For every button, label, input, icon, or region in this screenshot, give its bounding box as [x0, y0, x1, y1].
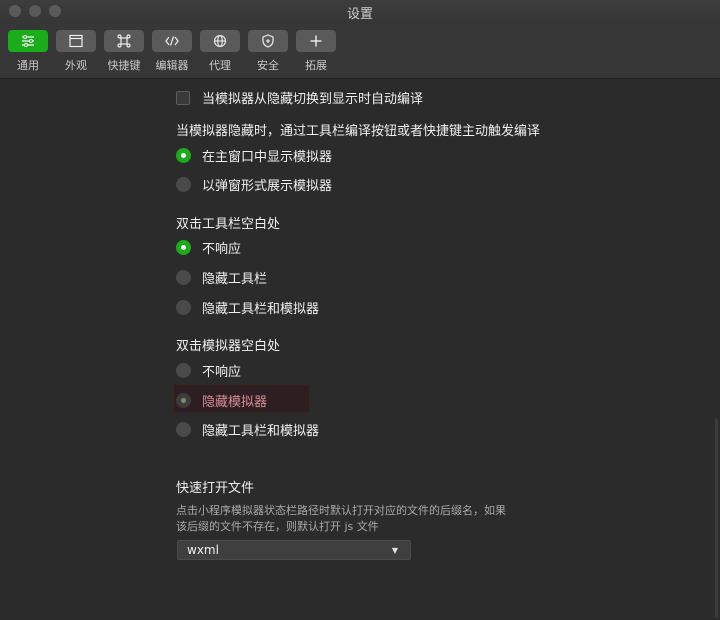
toolbar-dblclick-radio-hide-toolbar[interactable]: [176, 270, 191, 285]
tab-shortcuts-button[interactable]: [104, 30, 144, 52]
tab-proxy-label: 代理: [209, 59, 231, 72]
auto-compile-checkbox[interactable]: [176, 90, 190, 105]
toolbar-dblclick-option-hide-toolbar[interactable]: 隐藏工具栏: [176, 268, 267, 287]
tab-security-label: 安全: [257, 59, 279, 72]
simulator-dblclick-label-none: 不响应: [202, 365, 242, 380]
scrollbar[interactable]: [715, 418, 718, 618]
globe-icon: [213, 34, 227, 48]
simulator-dblclick-label-hide-simulator: 隐藏模拟器: [202, 395, 268, 410]
simulator-dblclick-radio-hide-both[interactable]: [176, 422, 191, 437]
simulator-display-label-main: 在主窗口中显示模拟器: [202, 150, 333, 165]
toolbar-dblclick-radio-none[interactable]: [176, 240, 191, 255]
toolbar-dblclick-radio-hide-both[interactable]: [176, 300, 191, 315]
simulator-dblclick-option-hide-both[interactable]: 隐藏工具栏和模拟器: [176, 420, 319, 439]
simulator-dblclick-title: 双击模拟器空白处: [176, 339, 281, 354]
simulator-display-option-main[interactable]: 在主窗口中显示模拟器: [176, 146, 332, 165]
toolbar-dblclick-label-hide-toolbar: 隐藏工具栏: [202, 272, 268, 287]
simulator-dblclick-label-hide-both: 隐藏工具栏和模拟器: [202, 424, 320, 439]
sliders-icon: [22, 35, 34, 47]
simulator-display-option-popup[interactable]: 以弹窗形式展示模拟器: [176, 175, 332, 194]
auto-compile-option[interactable]: 当模拟器从隐藏切换到显示时自动编译: [176, 88, 423, 107]
toolbar-dblclick-label-hide-both: 隐藏工具栏和模拟器: [202, 302, 320, 317]
tab-security[interactable]: 安全: [248, 30, 288, 73]
simulator-display-radio-main[interactable]: [176, 148, 191, 163]
simulator-display-radio-popup[interactable]: [176, 177, 191, 192]
simulator-dblclick-option-none[interactable]: 不响应: [176, 361, 241, 380]
plus-icon: [310, 35, 322, 47]
tab-shortcuts-label: 快捷键: [107, 59, 141, 72]
toolbar-dblclick-label-none: 不响应: [202, 242, 242, 257]
hidden-compile-note: 当模拟器隐藏时，通过工具栏编译按钮或者快捷键主动触发编译: [176, 124, 541, 139]
simulator-display-label-popup: 以弹窗形式展示模拟器: [202, 179, 333, 194]
simulator-dblclick-option-hide-simulator[interactable]: 隐藏模拟器: [176, 391, 267, 410]
tab-security-button[interactable]: [248, 30, 288, 52]
tab-general-button[interactable]: [8, 30, 48, 52]
settings-toolbar: 通用 外观 快捷键 编辑器 代理 安全 拓展: [0, 22, 720, 79]
code-icon: [165, 36, 179, 46]
tab-editor-label: 编辑器: [155, 59, 189, 72]
tab-editor-button[interactable]: [152, 30, 192, 52]
quick-open-select-value: wxml: [187, 543, 219, 557]
tab-general[interactable]: 通用: [8, 30, 48, 73]
window-title: 设置: [346, 7, 373, 22]
simulator-dblclick-radio-none[interactable]: [176, 363, 191, 378]
tab-appearance-label: 外观: [65, 59, 87, 72]
simulator-dblclick-radio-hide-simulator[interactable]: [176, 393, 191, 408]
tab-appearance-button[interactable]: [56, 30, 96, 52]
shield-icon: [262, 34, 274, 48]
quick-open-title: 快速打开文件: [176, 481, 255, 496]
command-icon: [117, 34, 131, 48]
tab-general-label: 通用: [17, 59, 39, 72]
tab-extensions[interactable]: 拓展: [296, 30, 336, 73]
auto-compile-label: 当模拟器从隐藏切换到显示时自动编译: [202, 92, 424, 107]
tab-editor[interactable]: 编辑器: [152, 30, 192, 73]
title-bar: 设置: [0, 0, 720, 23]
tab-proxy-button[interactable]: [200, 30, 240, 52]
toolbar-dblclick-option-none[interactable]: 不响应: [176, 238, 241, 257]
tab-extensions-button[interactable]: [296, 30, 336, 52]
settings-content: 当模拟器从隐藏切换到显示时自动编译 当模拟器隐藏时，通过工具栏编译按钮或者快捷键…: [0, 79, 720, 620]
toolbar-dblclick-option-hide-both[interactable]: 隐藏工具栏和模拟器: [176, 298, 319, 317]
tab-extensions-label: 拓展: [305, 59, 327, 72]
tab-proxy[interactable]: 代理: [200, 30, 240, 73]
quick-open-select[interactable]: wxml ▼: [177, 540, 411, 560]
toolbar-dblclick-title: 双击工具栏空白处: [176, 217, 281, 232]
quick-open-description: 点击小程序模拟器状态栏路径时默认打开对应的文件的后缀名，如果该后缀的文件不存在，…: [176, 504, 506, 533]
window-icon: [69, 34, 83, 48]
caret-down-icon: ▼: [391, 545, 398, 555]
tab-shortcuts[interactable]: 快捷键: [104, 30, 144, 73]
tab-appearance[interactable]: 外观: [56, 30, 96, 73]
